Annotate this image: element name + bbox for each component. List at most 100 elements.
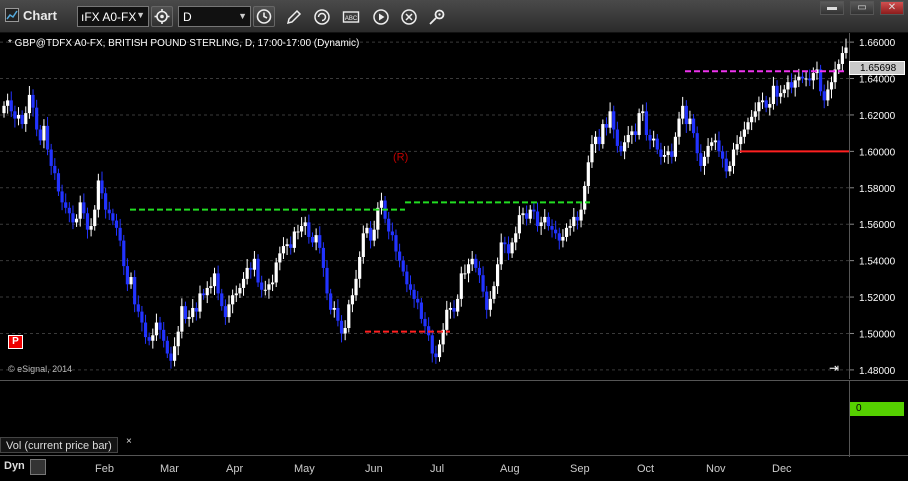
- month-label: May: [294, 463, 315, 475]
- candle-body: [212, 273, 217, 287]
- cursor-box-icon[interactable]: ABC: [342, 8, 360, 26]
- price-axis[interactable]: 1.66000 1.64000 1.62000 1.60000 1.58000 1.560…: [849, 33, 908, 379]
- candle-body: [354, 278, 358, 296]
- dynamic-toggle-icon[interactable]: [30, 459, 46, 475]
- candle-body: [608, 111, 612, 128]
- candle-body: [637, 113, 641, 135]
- pencil-icon[interactable]: [285, 8, 303, 26]
- volume-close-icon[interactable]: ×: [126, 436, 132, 447]
- candle-body: [245, 267, 249, 279]
- candle-body: [430, 335, 434, 354]
- candle-body: [350, 295, 355, 305]
- p-badge[interactable]: P: [8, 335, 23, 349]
- candle-body: [82, 202, 86, 214]
- close-circle-icon[interactable]: [400, 8, 418, 26]
- candle-body: [100, 180, 104, 194]
- candle-body: [263, 289, 267, 291]
- candle-body: [684, 105, 688, 125]
- candle-body: [64, 202, 68, 208]
- symbol-input[interactable]: ıFX A0-FX ▼: [77, 6, 149, 27]
- time-axis[interactable]: Dyn Feb Mar Apr May Jun Jul Aug Sep Oct Nov Dec: [0, 457, 908, 481]
- symbol-dropdown-icon[interactable]: ▼: [136, 10, 145, 20]
- jump-to-latest-icon[interactable]: ⇥: [829, 361, 845, 375]
- candle-body: [220, 293, 224, 307]
- candle-body: [158, 322, 162, 330]
- candle-body: [227, 304, 231, 318]
- candle-body: [445, 309, 449, 330]
- play-icon[interactable]: [372, 8, 390, 26]
- candle-body: [209, 286, 213, 288]
- window-title: Chart: [23, 8, 57, 23]
- candle-body: [543, 216, 547, 223]
- candle-body: [539, 222, 543, 227]
- interval-select[interactable]: D ▼: [178, 6, 251, 27]
- close-window-button[interactable]: ✕: [880, 1, 904, 15]
- candle-body: [162, 329, 166, 341]
- maximize-button[interactable]: ▭: [850, 1, 874, 15]
- candle-body: [466, 264, 471, 274]
- candle-body: [310, 236, 315, 243]
- candle-body: [771, 85, 776, 105]
- last-price-label: 1.65698: [849, 61, 905, 75]
- candle-body: [325, 267, 329, 294]
- candle-body: [136, 304, 140, 312]
- copyright-text: © eSignal, 2014: [8, 364, 73, 374]
- volume-axis[interactable]: [849, 381, 908, 457]
- candle-body: [670, 151, 674, 157]
- interval-dropdown-icon[interactable]: ▼: [238, 11, 247, 21]
- candle-body: [361, 233, 365, 257]
- candle-body: [289, 244, 293, 248]
- price-axis-labels: 1.66000 1.64000 1.62000 1.60000 1.58000 1.560…: [850, 38, 896, 377]
- candle-body: [198, 293, 202, 312]
- candle-body: [506, 244, 511, 254]
- candle-body: [800, 76, 805, 79]
- candle-body: [31, 94, 35, 108]
- link-settings-button[interactable]: [151, 6, 173, 27]
- month-label: Feb: [95, 463, 114, 475]
- month-label: Apr: [226, 463, 244, 475]
- candle-body: [503, 242, 507, 245]
- candle-body: [394, 235, 398, 252]
- candle-body: [568, 226, 572, 228]
- volume-study-label[interactable]: Vol (current price bar): [0, 437, 118, 453]
- candle-body: [463, 273, 467, 275]
- price-tick-label: 1.64000: [859, 75, 896, 86]
- candle-body: [844, 47, 848, 54]
- candle-body: [260, 282, 264, 290]
- candle-body: [372, 229, 376, 241]
- candle-body: [750, 116, 754, 123]
- candle-body: [488, 298, 492, 310]
- candle-body: [641, 111, 645, 114]
- candle-body: [111, 213, 115, 221]
- candle-body: [104, 193, 108, 210]
- minimize-button[interactable]: ▬: [820, 1, 844, 15]
- candle-body: [379, 200, 384, 208]
- candle-body: [223, 306, 227, 318]
- candle-body: [238, 287, 242, 294]
- price-chart-pane[interactable]: (R) * GBP@TDFX A0-FX, BRITISH POUND STER…: [0, 33, 908, 379]
- candle-body: [165, 340, 169, 354]
- candle-body: [241, 278, 246, 288]
- candle-body: [793, 80, 797, 88]
- volume-pane[interactable]: 0 Vol (current price bar) ×: [0, 380, 908, 457]
- chart-title: * GBP@TDFX A0-FX, BRITISH POUND STERLING…: [8, 38, 360, 49]
- candle-body: [652, 138, 656, 141]
- price-tick-label: 1.48000: [859, 366, 896, 377]
- candle-body: [604, 124, 609, 128]
- price-tick-label: 1.60000: [859, 147, 896, 158]
- candle-body: [314, 235, 318, 243]
- price-chart[interactable]: (R): [0, 33, 849, 379]
- refresh-icon[interactable]: [313, 8, 331, 26]
- candle-body: [495, 264, 500, 287]
- price-tick-label: 1.56000: [859, 220, 896, 231]
- candle-body: [612, 111, 616, 130]
- settings-icon[interactable]: [428, 8, 446, 26]
- candle-body: [532, 209, 536, 212]
- candle-body: [648, 134, 652, 141]
- candle-body: [459, 273, 463, 299]
- candle-body: [452, 307, 456, 312]
- clock-button[interactable]: [253, 6, 275, 27]
- month-label: Aug: [500, 463, 520, 475]
- candle-body: [6, 100, 10, 106]
- candle-body: [329, 293, 333, 310]
